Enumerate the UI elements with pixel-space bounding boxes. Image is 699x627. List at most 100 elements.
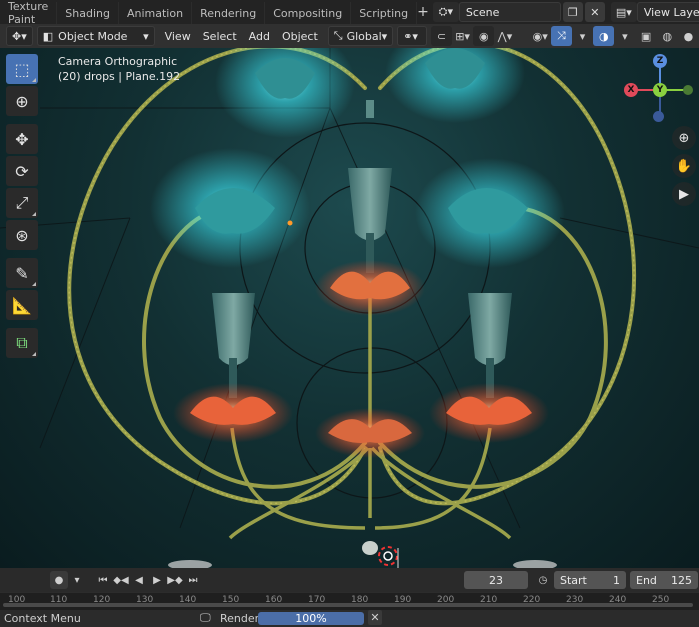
jump-start-icon[interactable]: ⏮ <box>94 571 112 589</box>
timeline-ruler[interactable]: 100 110 120 130 140 150 160 170 180 190 … <box>0 592 699 610</box>
scene-name-field[interactable]: Scene <box>458 2 561 22</box>
camera-view-button[interactable]: ▶ <box>672 182 696 206</box>
tab-shading[interactable]: Shading <box>57 2 119 24</box>
move-tool[interactable]: ✥ <box>6 124 38 154</box>
menu-view[interactable]: View <box>159 26 197 46</box>
falloff-icon[interactable]: ⋀▾ <box>494 26 515 46</box>
cancel-render-button[interactable]: ✕ <box>368 610 382 625</box>
tab-texture-paint[interactable]: Texture Paint <box>0 0 58 26</box>
measure-tool[interactable]: 📐 <box>6 290 38 320</box>
status-bar: Context Menu 🖵 Render 100% ✕ <box>0 610 699 627</box>
rotate-icon: ⟳ <box>15 161 29 181</box>
3d-viewport[interactable]: Camera Orthographic (20) drops | Plane.1… <box>0 48 699 568</box>
workspace-bar: Texture Paint Shading Animation Renderin… <box>0 0 699 26</box>
play-reverse-icon[interactable]: ◀ <box>130 571 148 589</box>
snap-icon[interactable]: ⊂ <box>430 26 453 46</box>
transform-tool[interactable]: ⊛ <box>6 220 38 250</box>
viewport-info: Camera Orthographic (20) drops | Plane.1… <box>58 54 180 84</box>
view-layer-icon[interactable]: ▤▾ <box>610 2 637 22</box>
camera-icon: ▶ <box>679 186 689 202</box>
rotate-tool[interactable]: ⟳ <box>6 156 38 186</box>
clock-icon[interactable]: ◷ <box>534 571 552 589</box>
mode-label: Object Mode <box>58 29 128 43</box>
select-box-icon: ⬚ <box>14 59 30 79</box>
overlay-dropdown-icon[interactable]: ▾ <box>614 26 635 46</box>
wireframe-shading-icon[interactable]: ◍ <box>657 26 678 46</box>
xray-icon[interactable]: ▣ <box>636 26 657 46</box>
current-frame-field[interactable]: 23 <box>464 571 528 589</box>
play-icon[interactable]: ▶ <box>148 571 166 589</box>
auto-key-dropdown[interactable]: ▾ <box>68 571 86 589</box>
select-box-tool[interactable]: ⬚ <box>6 54 38 84</box>
editor-type-button[interactable]: ✥ ▾ <box>6 26 33 46</box>
chevron-down-icon: ▾ <box>143 29 149 43</box>
scene-selector: ⛭▾ Scene ❐ ✕ <box>432 2 605 22</box>
orientation-label: Global <box>346 29 382 43</box>
end-label: End <box>636 573 657 587</box>
annotate-icon: ✎ <box>15 263 29 283</box>
add-cube-icon: ⧉ <box>16 333 28 352</box>
annotate-tool[interactable]: ✎ <box>6 258 38 288</box>
snap-target-icon[interactable]: ⊞▾ <box>452 26 473 46</box>
measure-icon: 📐 <box>12 295 32 315</box>
remove-scene-icon[interactable]: ✕ <box>584 2 605 22</box>
cursor-tool[interactable]: ⊕ <box>6 86 38 116</box>
solid-shading-icon[interactable]: ● <box>678 26 699 46</box>
overlay-toggle-icon[interactable]: ◑ <box>593 26 615 46</box>
gizmo-neg-z-axis[interactable] <box>653 111 664 122</box>
render-progress-text: 100% <box>295 612 327 625</box>
transform-orientation-dropdown[interactable]: ⤡ Global ▾ <box>327 26 394 46</box>
tab-scripting[interactable]: Scripting <box>351 2 418 24</box>
cursor-icon: ⊕ <box>15 91 29 111</box>
editor-type-icon: ✥ <box>12 29 22 43</box>
timeline-scrollbar[interactable] <box>3 603 693 607</box>
gizmo-y-axis[interactable]: Y <box>653 83 667 97</box>
object-origin-marker <box>287 220 293 226</box>
prev-keyframe-icon[interactable]: ◆◀ <box>112 571 130 589</box>
add-workspace-button[interactable]: + <box>417 2 429 22</box>
tab-rendering[interactable]: Rendering <box>192 2 266 24</box>
object-mode-icon: ◧ <box>42 29 54 43</box>
view-layer-name-field[interactable]: View Layer <box>636 2 699 22</box>
camera-title: Camera Orthographic <box>58 55 178 68</box>
jump-end-icon[interactable]: ⏭ <box>184 571 202 589</box>
move-icon: ✥ <box>15 129 29 149</box>
end-frame-field[interactable]: End 125 <box>630 571 698 589</box>
gizmo-neg-y-axis[interactable] <box>683 85 693 95</box>
gizmo-toggle-icon[interactable]: ⤨ <box>550 26 572 46</box>
tab-animation[interactable]: Animation <box>119 2 193 24</box>
scene-render <box>0 48 699 568</box>
pan-view-button[interactable]: ✋ <box>672 154 696 178</box>
add-cube-tool[interactable]: ⧉ <box>6 328 38 358</box>
zoom-icon: ⊕ <box>678 130 690 146</box>
transform-icon: ⊛ <box>15 225 29 245</box>
scale-icon: ⤢ <box>15 193 29 212</box>
zoom-view-button[interactable]: ⊕ <box>672 126 696 150</box>
gizmo-x-axis[interactable]: X <box>624 83 638 97</box>
copy-scene-icon[interactable]: ❐ <box>562 2 583 22</box>
tab-compositing[interactable]: Compositing <box>265 2 352 24</box>
menu-object[interactable]: Object <box>276 26 324 46</box>
menu-select[interactable]: Select <box>197 26 243 46</box>
scale-tool[interactable]: ⤢ <box>6 188 38 218</box>
pivot-point-dropdown[interactable]: ⚭ ▾ <box>397 26 427 46</box>
chevron-down-icon: ▾ <box>381 29 388 43</box>
gizmo-z-axis[interactable]: Z <box>653 54 667 68</box>
start-frame-field[interactable]: Start 1 <box>554 571 626 589</box>
viewport-header: ✥ ▾ ◧ Object Mode ▾ View Select Add Objec… <box>0 24 699 48</box>
context-menu-hint: Context Menu <box>4 612 81 625</box>
menu-add[interactable]: Add <box>243 26 276 46</box>
3d-cursor <box>378 546 398 566</box>
mode-selector[interactable]: ◧ Object Mode ▾ <box>36 26 155 46</box>
render-job-icon: 🖵 <box>200 611 211 624</box>
scene-icon[interactable]: ⛭▾ <box>432 2 459 22</box>
proportional-edit-icon[interactable]: ◉ <box>473 26 495 46</box>
render-progress-bar: 100% <box>258 612 364 625</box>
gizmo-dropdown-icon[interactable]: ▾ <box>572 26 593 46</box>
render-label: Render <box>220 612 260 625</box>
end-value: 125 <box>671 573 692 587</box>
visibility-icon[interactable]: ◉▾ <box>530 26 551 46</box>
next-keyframe-icon[interactable]: ▶◆ <box>166 571 184 589</box>
record-keyframe-icon[interactable]: ● <box>50 571 68 589</box>
timeline-header: ● ▾ ⏮ ◆◀ ◀ ▶ ▶◆ ⏭ 23 ◷ Start 1 End 125 <box>0 568 699 592</box>
